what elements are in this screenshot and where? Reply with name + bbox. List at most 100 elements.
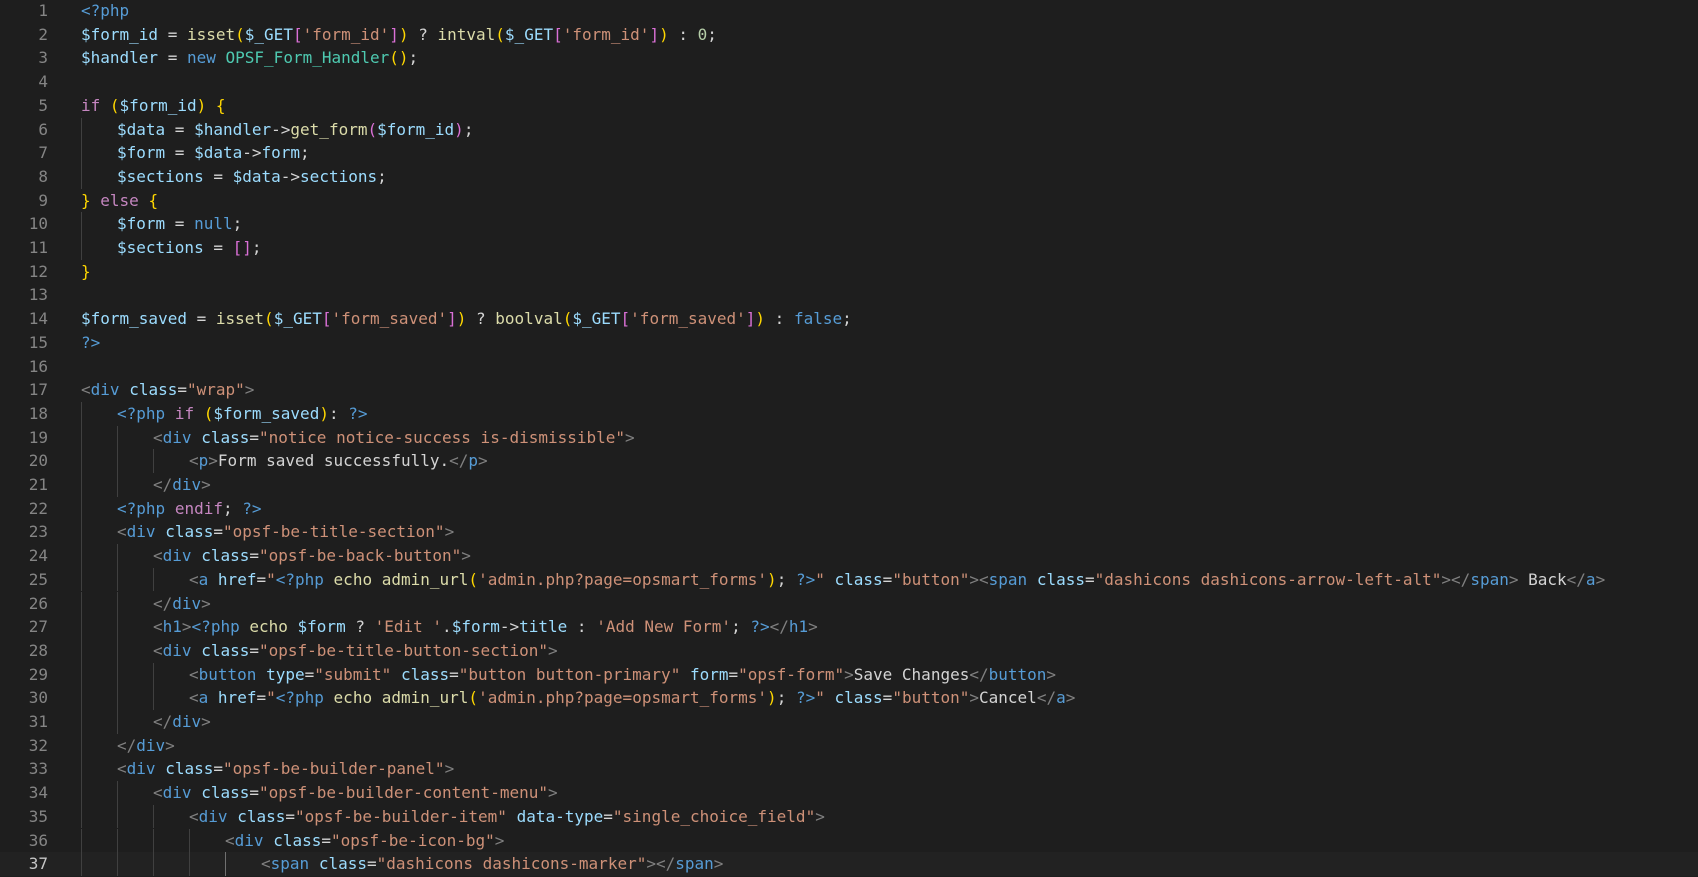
code-token: < — [153, 427, 163, 447]
code-token: ( — [367, 119, 378, 139]
code-line[interactable]: 10 $form = null; — [0, 212, 1698, 236]
code-token: 'Edit ' — [374, 617, 443, 637]
indent-guide — [81, 164, 82, 189]
code-line[interactable]: 9} else { — [0, 189, 1698, 213]
code-text: $sections = $data->sections; — [117, 165, 387, 189]
code-token: ( — [109, 95, 120, 115]
indent-guide — [117, 852, 118, 876]
code-line[interactable]: 7 $form = $data->form; — [0, 141, 1698, 165]
code-line[interactable]: 30 <a href="<?php echo admin_url('admin.p… — [0, 686, 1698, 710]
code-token: [ — [292, 24, 303, 44]
code-line[interactable]: 8 $sections = $data->sections; — [0, 164, 1698, 189]
code-line[interactable]: 17 <div class="wrap"> — [0, 378, 1698, 402]
line-number: 13 — [28, 285, 48, 305]
code-token: endif — [174, 498, 223, 518]
code-line[interactable]: 25 <a href="<?php echo admin_url('admin.p… — [0, 567, 1698, 592]
indent-guide — [81, 828, 82, 853]
indent-guide — [117, 828, 118, 853]
code-line[interactable]: 4 — [0, 70, 1698, 94]
indent-guide — [81, 662, 82, 687]
indent-guide — [153, 686, 154, 710]
code-token: ?> — [750, 617, 770, 637]
code-token: Save Changes — [853, 664, 970, 684]
code-line[interactable]: 13 — [0, 283, 1698, 307]
code-line[interactable]: 21 </div> — [0, 473, 1698, 497]
code-line[interactable]: 31 </div> — [0, 710, 1698, 734]
code-line[interactable]: 12} — [0, 260, 1698, 284]
code-line[interactable]: 37 <span class="dashicons dashicons-marke… — [0, 852, 1698, 876]
code-token: 'Add New Form' — [596, 617, 732, 637]
code-line[interactable]: 23 <div class="opsf-be-title-section"> — [0, 520, 1698, 545]
line-number: 10 — [28, 214, 48, 234]
line-number: 18 — [28, 403, 48, 423]
code-token: </ — [769, 617, 789, 637]
code-token: class — [273, 830, 322, 850]
indent-guide — [81, 638, 82, 663]
code-token: $form_id — [119, 95, 197, 115]
code-token: > — [165, 735, 175, 755]
code-token: ) — [767, 688, 777, 708]
code-token: ( — [203, 403, 214, 423]
code-line[interactable]: 14 $form_saved = isset($_GET['form_saved'… — [0, 307, 1698, 331]
code-text: <?php if ($form_saved): ?> — [117, 402, 368, 426]
code-line[interactable]: 35 <div class="opsf-be-builder-item" data… — [0, 804, 1698, 829]
code-text: <h1><?php echo $form ? 'Edit '.$form->ti… — [153, 615, 818, 639]
code-line[interactable]: 24 <div class="opsf-be-back-button"> — [0, 544, 1698, 568]
code-token: $_GET — [504, 24, 554, 44]
indent-guide — [189, 828, 190, 853]
code-token: = — [213, 522, 223, 542]
code-token: = — [256, 569, 267, 589]
code-line[interactable]: 15 ?> — [0, 331, 1698, 355]
indent-guide — [81, 236, 82, 260]
code-line[interactable]: 26 </div> — [0, 591, 1698, 616]
code-token: = — [203, 166, 233, 186]
code-line[interactable]: 2 $form_id = isset($_GET['form_id']) ? in… — [0, 23, 1698, 47]
code-token: title — [519, 617, 568, 637]
code-line[interactable]: 5 if ($form_id) { — [0, 94, 1698, 118]
code-token: } — [81, 190, 91, 210]
code-line[interactable]: 19 <div class="notice notice-success is-d… — [0, 425, 1698, 450]
code-line[interactable]: 29 <button type="submit" class="button bu… — [0, 662, 1698, 687]
code-text: <div class="notice notice-success is-dis… — [153, 426, 635, 450]
code-token: $form_saved — [213, 403, 320, 423]
code-token: = — [304, 664, 315, 684]
line-number: 37 — [28, 854, 48, 874]
code-line[interactable]: 36 <div class="opsf-be-icon-bg"> — [0, 828, 1698, 853]
code-editor[interactable]: 1 <?php 2 $form_id = isset($_GET['form_id']… — [0, 0, 1698, 877]
code-line[interactable]: 1 <?php — [0, 0, 1698, 23]
code-line[interactable]: 32 </div> — [0, 733, 1698, 758]
code-line[interactable]: 6 $data = $handler->get_form($form_id); — [0, 117, 1698, 142]
code-line[interactable]: 3 $handler = new OPSF_Form_Handler(); — [0, 46, 1698, 70]
code-line[interactable]: 18 <?php if ($form_saved): ?> — [0, 401, 1698, 426]
code-line[interactable]: 20 <p>Form saved successfully.</p> — [0, 449, 1698, 473]
code-token: OPSF_Form_Handler — [225, 48, 390, 68]
code-token: ?> — [348, 403, 368, 423]
code-token: "opsf-form" — [738, 664, 845, 684]
code-line[interactable]: 16 — [0, 355, 1698, 379]
code-line[interactable]: 34 <div class="opsf-be-builder-content-me… — [0, 781, 1698, 805]
code-line[interactable]: 11 $sections = []; — [0, 236, 1698, 260]
code-token: [] — [232, 238, 252, 257]
code-token: 'form_id' — [302, 24, 390, 44]
code-line[interactable]: 22 <?php endif; ?> — [0, 496, 1698, 521]
code-line[interactable]: 33 <div class="opsf-be-builder-panel"> — [0, 757, 1698, 782]
code-token: ; — [463, 119, 474, 139]
code-token: < — [225, 830, 235, 850]
code-token: > — [461, 546, 471, 566]
code-text: </div> — [153, 592, 211, 616]
code-line[interactable]: 28 <div class="opsf-be-title-button-secti… — [0, 638, 1698, 663]
code-token: button — [988, 664, 1047, 684]
code-token: class — [834, 569, 883, 589]
code-token: = — [249, 546, 259, 566]
code-text: <div class="opsf-be-builder-content-menu… — [153, 781, 558, 805]
indent-guide — [81, 686, 82, 710]
code-token: < — [153, 640, 163, 660]
code-line[interactable]: 27 <h1><?php echo $form ? 'Edit '.$form->… — [0, 615, 1698, 639]
code-token: = — [728, 664, 739, 684]
code-token: = — [203, 238, 233, 257]
